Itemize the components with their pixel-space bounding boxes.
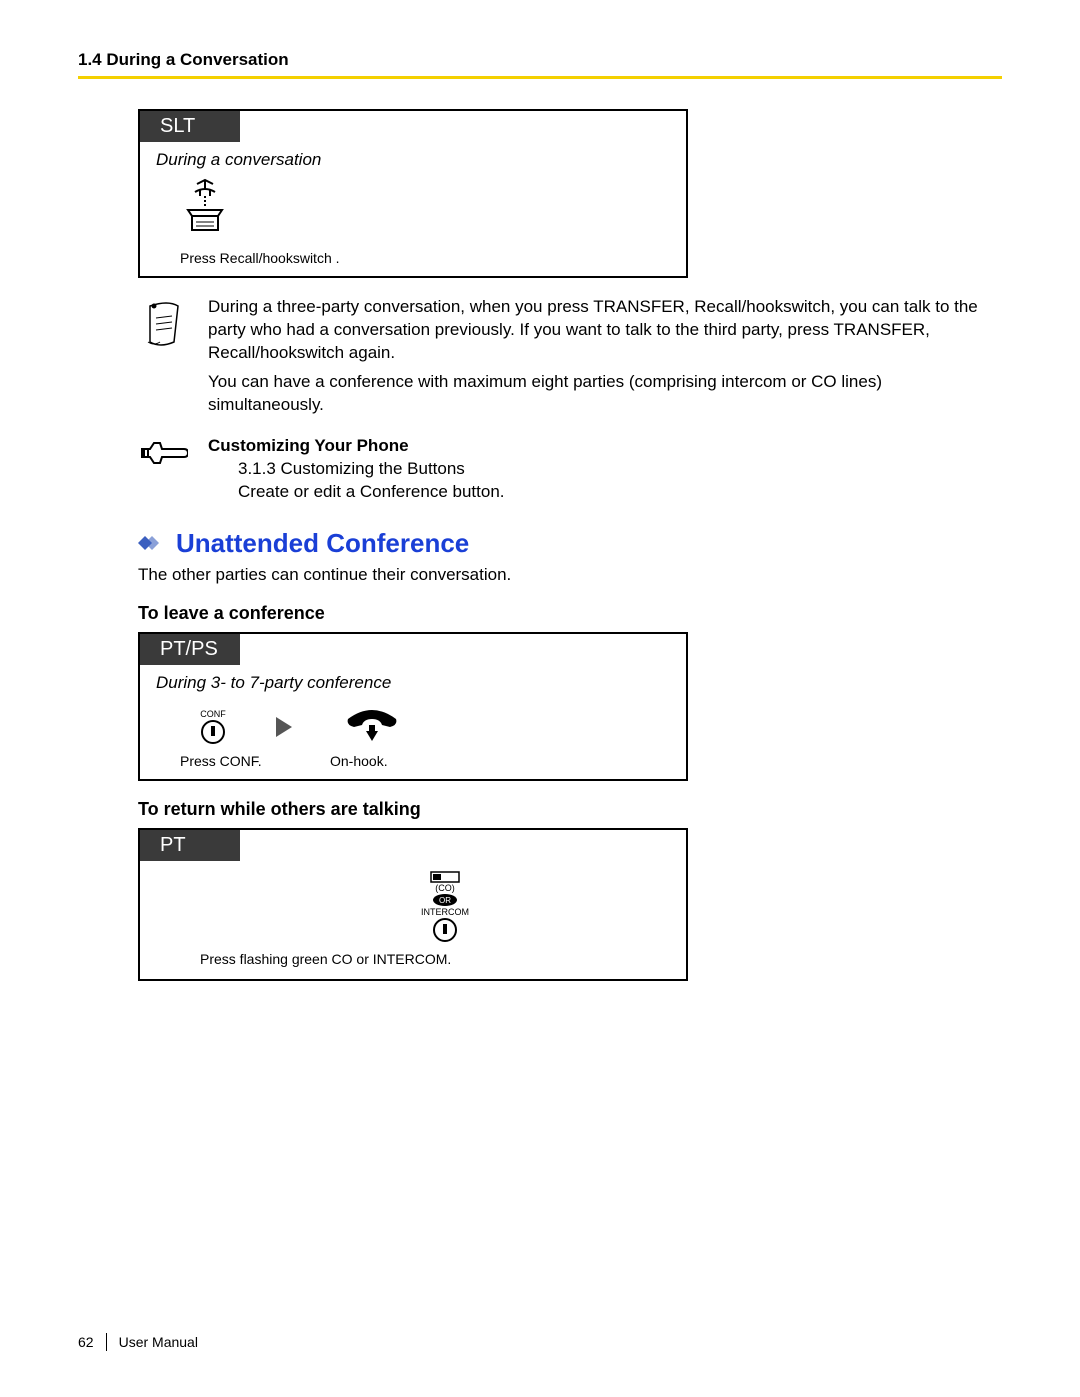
instruction-box-pt: PT (CO) OR INTERCOM Press flashing green…: [138, 828, 688, 981]
hookswitch-icon: [180, 178, 230, 240]
note-text: During a three-party conversation, when …: [208, 296, 1002, 417]
section-heading-text: Unattended Conference: [176, 528, 469, 559]
subheading: To leave a conference: [138, 603, 1002, 624]
running-head: 1.4 During a Conversation: [78, 50, 1002, 70]
page-number: 62: [78, 1334, 106, 1350]
box-tab: SLT: [140, 111, 240, 142]
reference-text: Customizing Your Phone 3.1.3 Customizing…: [208, 435, 505, 504]
box-caption-left: Press CONF.: [180, 753, 330, 769]
reference-line: 3.1.3 Customizing the Buttons: [238, 458, 505, 481]
box-subtitle: During a conversation: [140, 142, 686, 174]
intercom-label: INTERCOM: [421, 907, 469, 917]
header-rule: [78, 76, 1002, 79]
co-label: (CO): [435, 883, 455, 893]
box-tab: PT/PS: [140, 634, 240, 665]
footer-label: User Manual: [119, 1334, 198, 1350]
instruction-box-ptps: PT/PS During 3- to 7-party conference CO…: [138, 632, 688, 781]
box-caption: Press Recall/hookswitch .: [140, 244, 686, 276]
reference-block: Customizing Your Phone 3.1.3 Customizing…: [138, 435, 1002, 504]
footer-separator: [106, 1333, 107, 1351]
page-footer: 62 User Manual: [78, 1333, 198, 1351]
arrow-icon: [276, 717, 292, 737]
notepad-icon: [138, 296, 188, 352]
pointing-hand-icon: [138, 435, 188, 475]
reference-title: Customizing Your Phone: [208, 436, 409, 455]
note-paragraph: You can have a conference with maximum e…: [208, 371, 1002, 417]
section-body: The other parties can continue their con…: [138, 565, 1002, 585]
note-block: During a three-party conversation, when …: [138, 296, 1002, 417]
reference-line: Create or edit a Conference button.: [238, 481, 505, 504]
box-tab: PT: [140, 830, 240, 861]
section-heading: Unattended Conference: [138, 528, 1002, 559]
onhook-icon: [342, 707, 402, 747]
note-paragraph: During a three-party conversation, when …: [208, 296, 1002, 365]
diamond-bullet-icon: [138, 534, 166, 552]
conf-button-icon: CONF: [200, 709, 226, 745]
page: 1.4 During a Conversation SLT During a c…: [0, 0, 1080, 1397]
conf-label: CONF: [200, 709, 226, 719]
instruction-box-slt: SLT During a conversation Press Recall/h…: [138, 109, 688, 278]
box-caption: Press flashing green CO or INTERCOM.: [140, 945, 686, 977]
subheading: To return while others are talking: [138, 799, 1002, 820]
box-subtitle: During 3- to 7-party conference: [140, 665, 686, 697]
box-caption-right: On-hook.: [330, 753, 388, 769]
svg-text:OR: OR: [439, 896, 451, 905]
co-intercom-icon: (CO) OR INTERCOM: [220, 871, 670, 943]
